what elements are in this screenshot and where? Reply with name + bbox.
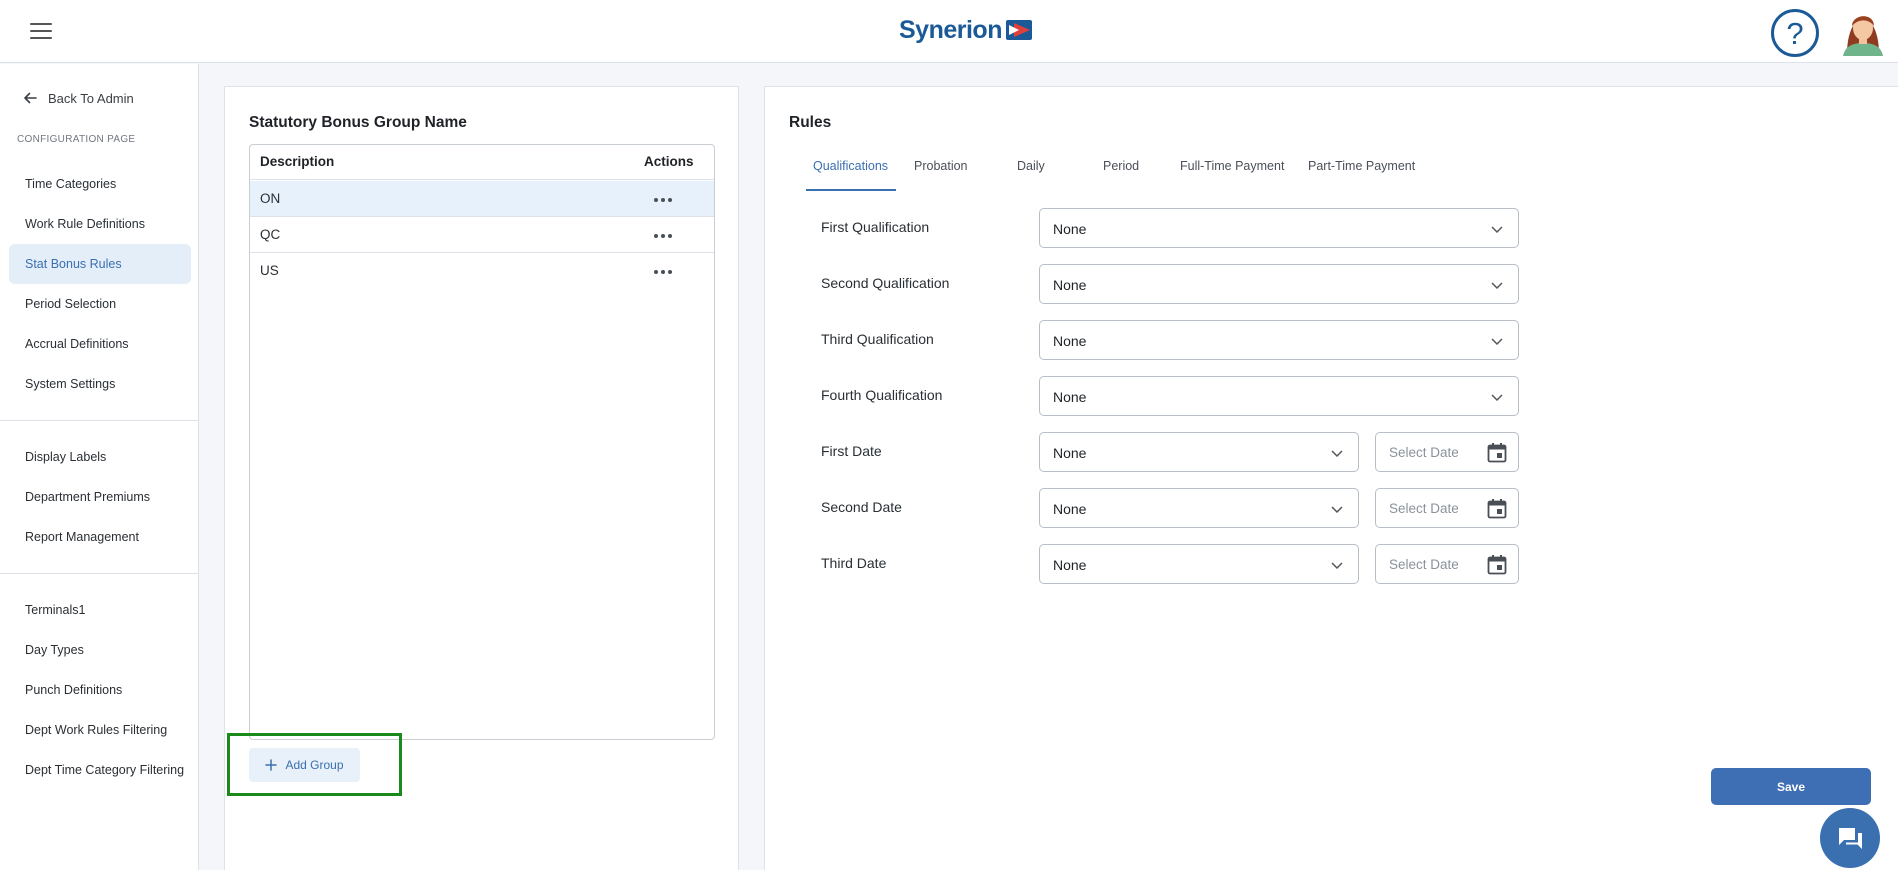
sidebar-item-day-types[interactable]: Day Types bbox=[9, 630, 191, 670]
config-sidebar: Back To Admin CONFIGURATION PAGE Time Ca… bbox=[0, 64, 199, 870]
chevron-down-icon bbox=[1331, 506, 1343, 514]
column-header-actions: Actions bbox=[644, 154, 694, 169]
first-date-picker[interactable]: Select Date bbox=[1375, 432, 1519, 472]
sidebar-divider bbox=[0, 573, 198, 574]
brand-flag-icon bbox=[1005, 20, 1032, 40]
sidebar-item-time-categories[interactable]: Time Categories bbox=[9, 164, 191, 204]
sidebar-item-period-selection[interactable]: Period Selection bbox=[9, 284, 191, 324]
table-row[interactable]: QC bbox=[250, 217, 714, 253]
field-label: First Qualification bbox=[821, 219, 930, 235]
chat-button[interactable] bbox=[1820, 808, 1880, 868]
more-actions-icon[interactable] bbox=[652, 227, 676, 243]
field-label: Fourth Qualification bbox=[821, 387, 943, 403]
svg-text:?: ? bbox=[1786, 16, 1803, 51]
chevron-down-icon bbox=[1491, 226, 1503, 234]
select-value: None bbox=[1053, 277, 1087, 293]
third-date-picker[interactable]: Select Date bbox=[1375, 544, 1519, 584]
table-row[interactable]: US bbox=[250, 253, 714, 289]
field-label: First Date bbox=[821, 443, 882, 459]
sidebar-item-department-premiums[interactable]: Department Premiums bbox=[9, 477, 191, 517]
field-label: Second Date bbox=[821, 499, 902, 515]
chat-icon bbox=[1839, 828, 1862, 849]
sidebar-item-report-management[interactable]: Report Management bbox=[9, 517, 191, 557]
tab-probation[interactable]: Probation bbox=[914, 159, 968, 173]
select-value: None bbox=[1053, 221, 1087, 237]
chevron-down-icon bbox=[1331, 450, 1343, 458]
calendar-icon[interactable] bbox=[1487, 442, 1507, 463]
second-date-select[interactable]: None bbox=[1039, 488, 1359, 528]
chevron-down-icon bbox=[1491, 338, 1503, 346]
date-placeholder: Select Date bbox=[1389, 445, 1459, 460]
sidebar-item-dept-time-category-filtering[interactable]: Dept Time Category Filtering bbox=[9, 750, 191, 790]
groups-table: Description Actions ON QC US bbox=[249, 144, 715, 740]
rules-panel: Rules Qualifications Probation Daily Per… bbox=[764, 86, 1898, 870]
sidebar-item-punch-definitions[interactable]: Punch Definitions bbox=[9, 670, 191, 710]
sidebar-item-work-rule-definitions[interactable]: Work Rule Definitions bbox=[9, 204, 191, 244]
tab-qualifications[interactable]: Qualifications bbox=[813, 159, 888, 173]
back-to-admin-link[interactable]: Back To Admin bbox=[22, 90, 134, 106]
field-label: Second Qualification bbox=[821, 275, 950, 291]
calendar-icon[interactable] bbox=[1487, 498, 1507, 519]
row-description: ON bbox=[260, 191, 281, 206]
add-group-label: Add Group bbox=[285, 758, 344, 772]
column-header-description: Description bbox=[260, 154, 335, 169]
active-tab-indicator bbox=[806, 189, 896, 191]
synerion-logo: Synerion bbox=[899, 14, 1032, 46]
brand-name: Synerion bbox=[899, 15, 1002, 44]
add-group-button[interactable]: Add Group bbox=[249, 748, 360, 782]
tab-part-time-payment[interactable]: Part-Time Payment bbox=[1308, 159, 1415, 173]
sidebar-divider bbox=[0, 420, 198, 421]
sidebar-item-terminals[interactable]: Terminals1 bbox=[9, 590, 191, 630]
section-title: CONFIGURATION PAGE bbox=[17, 134, 136, 145]
field-label: Third Qualification bbox=[821, 331, 934, 347]
table-row[interactable]: ON bbox=[250, 181, 714, 217]
select-value: None bbox=[1053, 445, 1087, 461]
select-value: None bbox=[1053, 501, 1087, 517]
chevron-down-icon bbox=[1491, 282, 1503, 290]
chevron-down-icon bbox=[1331, 562, 1343, 570]
plus-icon bbox=[265, 759, 278, 771]
tab-daily[interactable]: Daily bbox=[1017, 159, 1045, 173]
sidebar-item-dept-work-rules-filtering[interactable]: Dept Work Rules Filtering bbox=[9, 710, 191, 750]
bonus-groups-panel: Statutory Bonus Group Name Description A… bbox=[224, 86, 739, 870]
select-value: None bbox=[1053, 389, 1087, 405]
second-qualification-select[interactable]: None bbox=[1039, 264, 1519, 304]
menu-icon[interactable] bbox=[30, 22, 52, 40]
panel-title: Rules bbox=[789, 114, 832, 131]
date-placeholder: Select Date bbox=[1389, 557, 1459, 572]
top-header: Synerion ? bbox=[0, 0, 1898, 63]
panel-title: Statutory Bonus Group Name bbox=[249, 114, 467, 131]
third-date-select[interactable]: None bbox=[1039, 544, 1359, 584]
save-button[interactable]: Save bbox=[1711, 768, 1871, 805]
row-description: QC bbox=[260, 227, 281, 242]
second-date-picker[interactable]: Select Date bbox=[1375, 488, 1519, 528]
fourth-qualification-select[interactable]: None bbox=[1039, 376, 1519, 416]
first-qualification-select[interactable]: None bbox=[1039, 208, 1519, 248]
field-label: Third Date bbox=[821, 555, 887, 571]
back-to-admin-label: Back To Admin bbox=[48, 90, 134, 106]
sidebar-item-accrual-definitions[interactable]: Accrual Definitions bbox=[9, 324, 191, 364]
select-value: None bbox=[1053, 557, 1087, 573]
first-date-select[interactable]: None bbox=[1039, 432, 1359, 472]
more-actions-icon[interactable] bbox=[652, 263, 676, 279]
sidebar-item-system-settings[interactable]: System Settings bbox=[9, 364, 191, 404]
user-avatar[interactable] bbox=[1841, 8, 1885, 56]
third-qualification-select[interactable]: None bbox=[1039, 320, 1519, 360]
sidebar-item-display-labels[interactable]: Display Labels bbox=[9, 437, 191, 477]
chevron-down-icon bbox=[1491, 394, 1503, 402]
sidebar-item-stat-bonus-rules[interactable]: Stat Bonus Rules bbox=[9, 244, 191, 284]
calendar-icon[interactable] bbox=[1487, 554, 1507, 575]
tab-period[interactable]: Period bbox=[1103, 159, 1139, 173]
arrow-left-icon bbox=[24, 92, 37, 104]
tab-full-time-payment[interactable]: Full-Time Payment bbox=[1180, 159, 1284, 173]
more-actions-icon[interactable] bbox=[652, 191, 676, 207]
help-icon[interactable]: ? bbox=[1770, 8, 1820, 58]
select-value: None bbox=[1053, 333, 1087, 349]
table-header: Description Actions bbox=[250, 145, 714, 180]
date-placeholder: Select Date bbox=[1389, 501, 1459, 516]
row-description: US bbox=[260, 263, 279, 278]
